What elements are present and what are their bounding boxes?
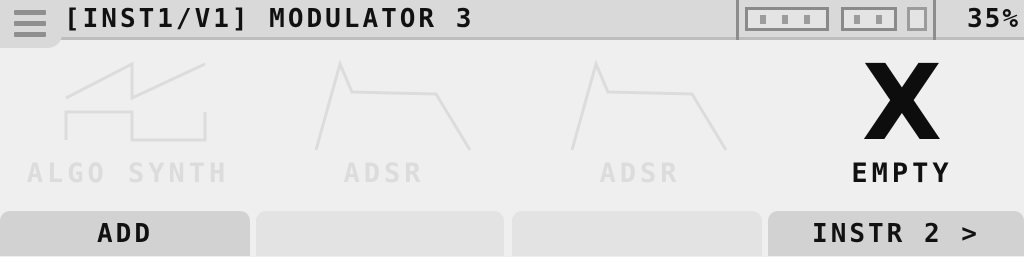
slot-empty[interactable]: X EMPTY xyxy=(774,42,1024,200)
soft-button-2[interactable] xyxy=(256,211,504,256)
hamburger-menu-icon xyxy=(14,10,46,43)
slot-adsr-2[interactable]: ADSR xyxy=(512,50,768,200)
adsr-envelope-icon xyxy=(314,59,472,151)
menu-button[interactable] xyxy=(0,0,62,48)
add-button[interactable]: ADD xyxy=(0,211,250,256)
soft-button-3[interactable] xyxy=(512,211,762,256)
slot-label: ADSR xyxy=(599,158,681,189)
battery-cell-full xyxy=(745,7,829,31)
page-title: [INST1/V1] MODULATOR 3 xyxy=(64,4,475,34)
slot-label: ALGO SYNTH xyxy=(26,158,230,189)
battery-cell-partial xyxy=(841,7,897,31)
algo-synth-waveform-icon xyxy=(64,61,207,142)
slot-label: EMPTY xyxy=(851,158,953,189)
screen: [INST1/V1] MODULATOR 3 35% ALGO SYNTH AD… xyxy=(0,0,1024,256)
battery-cell-empty xyxy=(907,7,927,31)
slot-adsr-1[interactable]: ADSR xyxy=(256,50,512,200)
battery-indicator xyxy=(736,0,936,40)
battery-percent: 35% xyxy=(967,4,1020,34)
slot-algo-synth[interactable]: ALGO SYNTH xyxy=(0,50,256,200)
slot-label: ADSR xyxy=(343,158,425,189)
next-instrument-button[interactable]: INSTR 2 > xyxy=(768,211,1024,256)
empty-x-icon: X xyxy=(861,42,943,164)
adsr-envelope-icon xyxy=(570,59,728,151)
